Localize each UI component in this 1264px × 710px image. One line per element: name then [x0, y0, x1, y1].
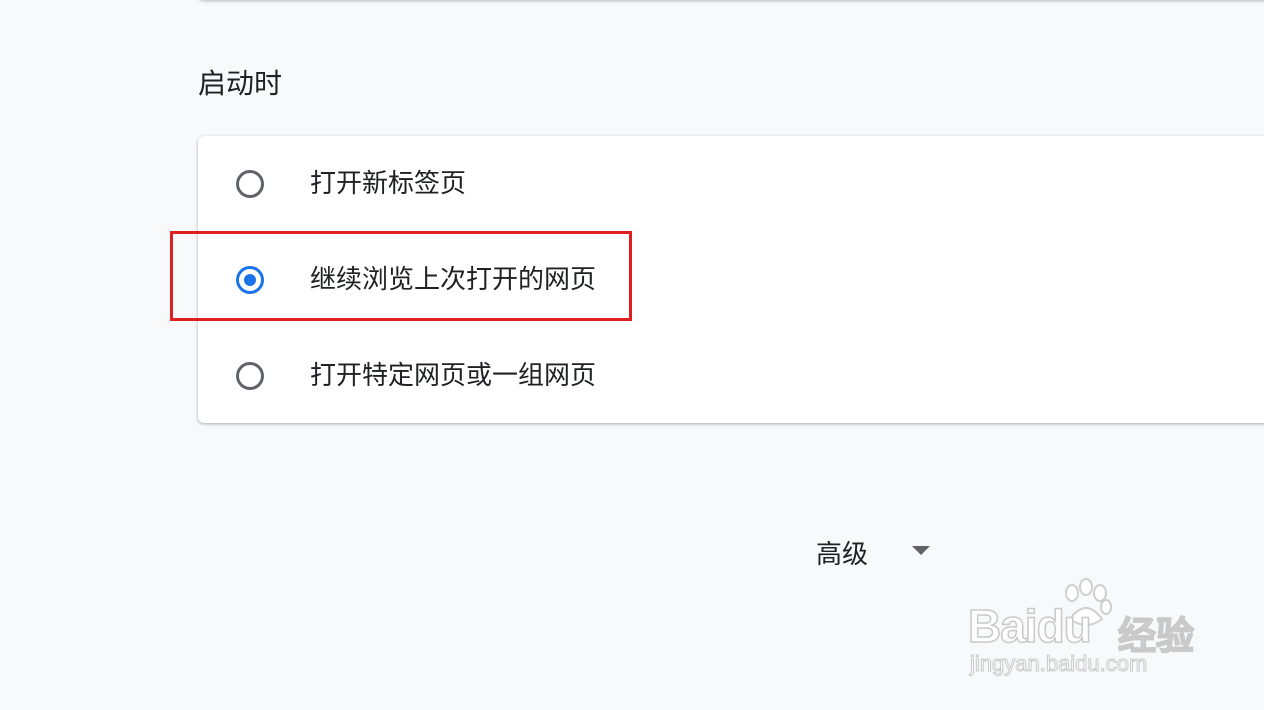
- annotation-highlight-box: [170, 231, 632, 321]
- radio-label: 打开新标签页: [310, 169, 467, 199]
- startup-option-new-tab[interactable]: 打开新标签页: [198, 136, 1264, 232]
- radio-button-unchecked[interactable]: [236, 170, 264, 198]
- caret-down-icon: [912, 546, 930, 555]
- baidu-jingyan-watermark: Baidu 经验 jingyan.baidu.com: [967, 575, 1208, 685]
- watermark-brand: Baidu: [967, 599, 1092, 653]
- watermark-url: jingyan.baidu.com: [969, 651, 1148, 677]
- section-title-on-startup: 启动时: [198, 67, 283, 100]
- advanced-label: 高级: [816, 539, 869, 570]
- radio-button-unchecked[interactable]: [236, 362, 264, 390]
- advanced-settings-toggle[interactable]: 高级: [816, 530, 930, 574]
- radio-label: 打开特定网页或一组网页: [310, 361, 597, 391]
- startup-option-specific-pages[interactable]: 打开特定网页或一组网页: [198, 328, 1264, 424]
